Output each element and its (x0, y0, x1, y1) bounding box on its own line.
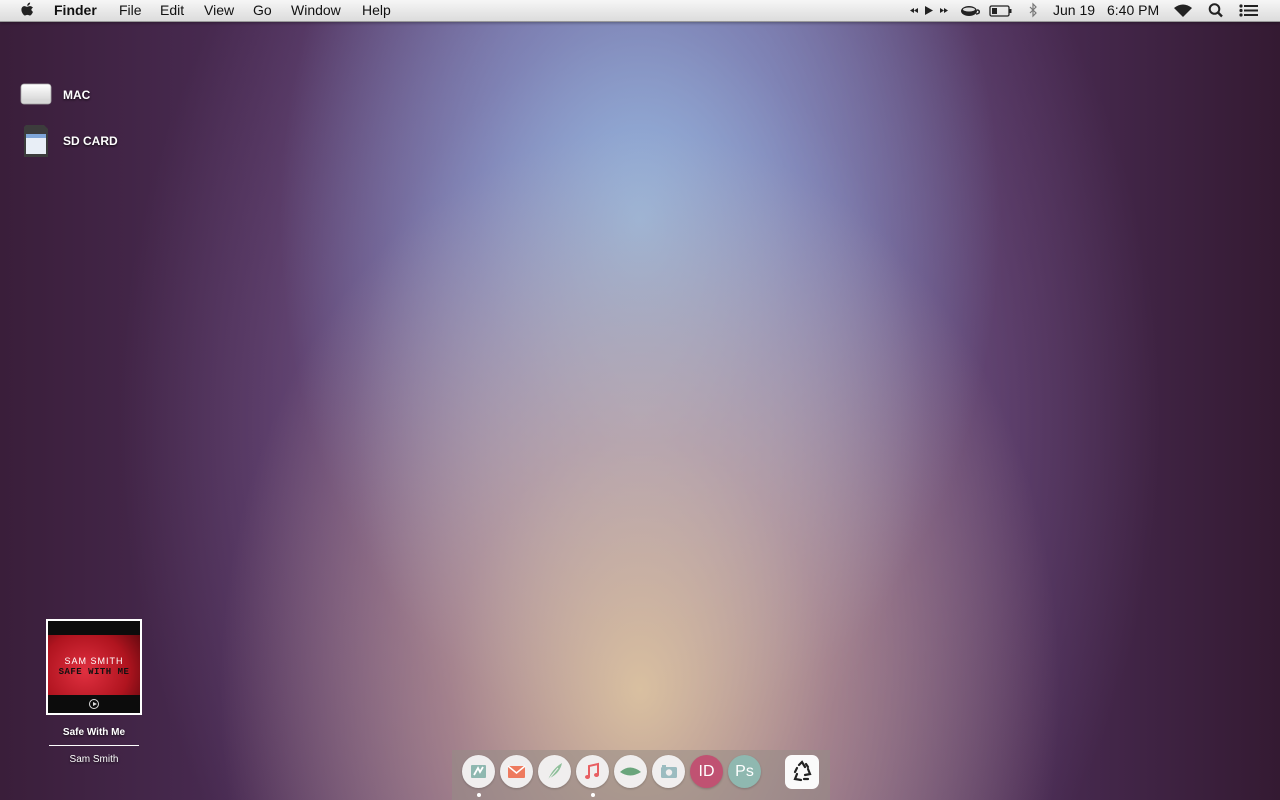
menu-help[interactable]: Help (362, 2, 391, 19)
apple-icon[interactable] (20, 1, 36, 19)
menu-time[interactable]: 6:40 PM (1107, 2, 1159, 19)
menu-date[interactable]: Jun 19 (1053, 2, 1095, 19)
menu-go[interactable]: Go (253, 2, 272, 19)
sd-card-icon (22, 124, 50, 163)
menu-window[interactable]: Window (291, 2, 341, 19)
menu-edit[interactable]: Edit (160, 2, 184, 19)
album-cover-top-band (48, 621, 140, 635)
album-art-title: SAFE WITH ME (58, 667, 130, 677)
now-playing-divider (49, 745, 139, 746)
media-controls-icon[interactable] (908, 2, 950, 19)
album-art-artist: SAM SMITH (64, 656, 124, 666)
battery-icon[interactable] (989, 2, 1013, 19)
dashboard-icon[interactable] (462, 755, 495, 788)
photoshop-icon[interactable]: Ps (728, 755, 761, 788)
play-icon[interactable] (89, 699, 99, 709)
wifi-icon[interactable] (1172, 2, 1194, 19)
caffeine-icon[interactable] (960, 2, 980, 19)
recycle-icon[interactable] (785, 755, 819, 789)
running-indicator (477, 793, 481, 797)
album-art[interactable]: SAM SMITH SAFE WITH ME (46, 619, 142, 715)
photoshop-label: Ps (735, 763, 754, 780)
camera-icon[interactable] (652, 755, 685, 788)
leaf-icon[interactable] (614, 755, 647, 788)
hard-drive-icon (20, 82, 52, 113)
bluetooth-icon[interactable] (1027, 2, 1039, 19)
menu-app-name[interactable]: Finder (54, 2, 97, 19)
quill-icon[interactable] (538, 755, 571, 788)
album-cover: SAM SMITH SAFE WITH ME (48, 621, 140, 713)
indesign-label: ID (698, 763, 715, 780)
spotlight-search-icon[interactable] (1208, 2, 1224, 19)
desktop-item-label: SD CARD (63, 134, 118, 148)
now-playing-artist: Sam Smith (69, 754, 119, 765)
dock: ID Ps (452, 750, 830, 800)
desktop-wallpaper (0, 0, 1280, 800)
menu-view[interactable]: View (204, 2, 234, 19)
itunes-icon[interactable] (576, 755, 609, 788)
mail-icon[interactable] (500, 755, 533, 788)
notification-center-icon[interactable] (1238, 2, 1260, 19)
now-playing-song: Safe With Me (62, 727, 126, 738)
running-indicator (591, 793, 595, 797)
menu-file[interactable]: File (119, 2, 142, 19)
menu-bar: Finder File Edit View Go Window Help Jun… (0, 0, 1280, 22)
desktop-item-label: MAC (63, 88, 91, 102)
indesign-icon[interactable]: ID (690, 755, 723, 788)
